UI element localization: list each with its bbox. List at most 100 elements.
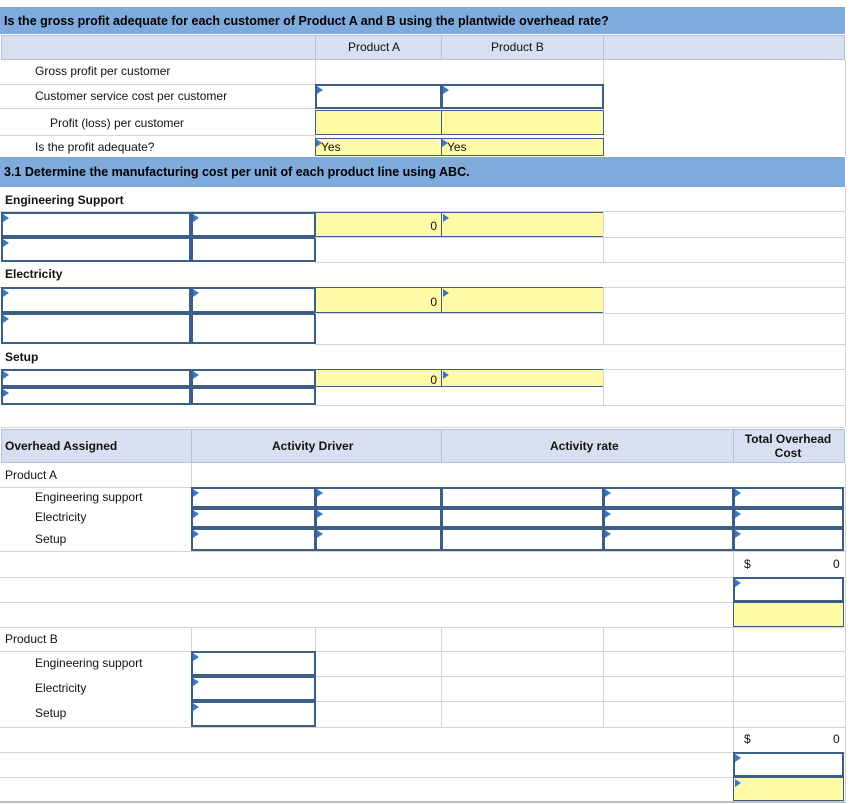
product-b-total-value: 0 [833,732,840,746]
product-a-header: Product A [348,40,401,54]
input-flag-icon [3,389,9,397]
setup-pool-label: Setup [5,350,39,364]
a-setup-rate-input[interactable] [441,528,604,551]
product-a-row-setup: Setup [35,532,67,546]
input-flag-icon [3,315,9,323]
product-b-row-eng: Engineering support [35,656,143,670]
input-flag-icon [317,510,323,518]
setup-pool-name-2-input[interactable] [1,387,191,405]
input-flag-icon [3,289,9,297]
setup-pool-name-1-input[interactable] [1,369,191,387]
a-elec-driver-unit-input[interactable] [315,508,442,528]
input-flag-icon [193,214,199,222]
a-setup-total-input[interactable] [733,528,844,551]
input-flag-icon [3,214,9,222]
setup-pool-amount-1-input[interactable] [191,369,316,387]
a-setup-driver-unit-input[interactable] [315,528,442,551]
setup-pool-total-cell: 0 [315,369,442,387]
elec-pool-name-1-input[interactable] [1,287,191,313]
input-flag-icon [316,139,322,147]
a-cost-per-unit-cell [733,602,844,627]
setup-pool-total-value: 0 [430,373,437,387]
product-b-total-currency: $ [744,732,751,746]
b-cost-per-unit-cell [733,777,844,801]
input-flag-icon [735,489,741,497]
input-flag-icon [443,86,449,94]
product-b-row-setup: Setup [35,706,67,720]
adequate-a-select[interactable]: Yes [315,138,442,156]
input-flag-icon [317,530,323,538]
adequate-label: Is the profit adequate? [35,140,155,154]
column-header-row [1,35,845,60]
elec-pool-rate-cell [441,287,604,313]
elec-pool-name-2-input[interactable] [1,313,191,344]
a-elec-rate-unit-input[interactable] [603,508,734,528]
section-31-bar: 3.1 Determine the manufacturing cost per… [0,157,845,187]
input-flag-icon [443,214,449,222]
input-flag-icon [193,678,199,686]
elec-pool-total-cell: 0 [315,287,442,313]
profit-loss-b-cell [441,110,604,135]
a-eng-driver-unit-input[interactable] [315,487,442,508]
eng-pool-amount-2-input[interactable] [191,237,316,262]
profit-loss-a-cell [315,110,442,135]
service-cost-b-input[interactable] [441,84,604,109]
product-a-total-value: 0 [833,557,840,571]
question-bar: Is the gross profit adequate for each cu… [0,7,845,34]
product-a-row-elec: Electricity [35,510,87,524]
assign-header-row [1,429,845,463]
product-a-block-label: Product A [5,468,58,482]
setup-pool-rate-cell [441,369,604,387]
input-flag-icon [193,289,199,297]
service-cost-a-input[interactable] [315,84,442,109]
b-units-input[interactable] [733,752,844,777]
a-setup-driver-qty-input[interactable] [191,528,316,551]
activity-rate-header: Activity rate [550,439,619,453]
input-flag-icon [193,510,199,518]
eng-pool-name-2-input[interactable] [1,237,191,262]
input-flag-icon [735,754,741,762]
question-text: Is the gross profit adequate for each cu… [4,13,609,28]
setup-pool-amount-2-input[interactable] [191,387,316,405]
adequate-b-value: Yes [447,140,467,154]
input-flag-icon [735,510,741,518]
product-b-header: Product B [491,40,544,54]
engineering-pool-label: Engineering Support [5,193,124,207]
a-eng-rate-input[interactable] [441,487,604,508]
elec-pool-amount-2-input[interactable] [191,313,316,344]
product-a-total-currency: $ [744,557,751,571]
input-flag-icon [317,86,323,94]
elec-pool-total-value: 0 [430,295,437,309]
input-flag-icon [317,489,323,497]
a-eng-total-input[interactable] [733,487,844,508]
b-eng-driver-qty-input[interactable] [191,651,316,676]
a-eng-rate-unit-input[interactable] [603,487,734,508]
a-elec-total-input[interactable] [733,508,844,528]
a-units-input[interactable] [733,577,844,602]
adequate-a-value: Yes [321,140,341,154]
overhead-assigned-header: Overhead Assigned [5,439,118,453]
b-elec-driver-qty-input[interactable] [191,676,316,701]
profit-loss-label: Profit (loss) per customer [50,116,185,130]
b-setup-driver-qty-input[interactable] [191,701,316,727]
eng-pool-amount-1-input[interactable] [191,212,316,237]
input-flag-icon [735,579,741,587]
eng-pool-total-cell: 0 [315,212,442,237]
input-flag-icon [735,779,741,787]
a-elec-driver-qty-input[interactable] [191,508,316,528]
elec-pool-amount-1-input[interactable] [191,287,316,313]
eng-pool-total-value: 0 [430,219,437,233]
a-elec-rate-input[interactable] [441,508,604,528]
product-b-block-label: Product B [5,632,58,646]
input-flag-icon [193,530,199,538]
adequate-b-select[interactable]: Yes [441,138,604,156]
eng-pool-name-1-input[interactable] [1,212,191,237]
service-cost-label: Customer service cost per customer [35,89,228,103]
a-setup-rate-unit-input[interactable] [603,528,734,551]
eng-pool-rate-cell [441,212,604,237]
a-eng-driver-qty-input[interactable] [191,487,316,508]
input-flag-icon [193,489,199,497]
gross-profit-label: Gross profit per customer [35,64,171,78]
input-flag-icon [605,510,611,518]
input-flag-icon [443,289,449,297]
